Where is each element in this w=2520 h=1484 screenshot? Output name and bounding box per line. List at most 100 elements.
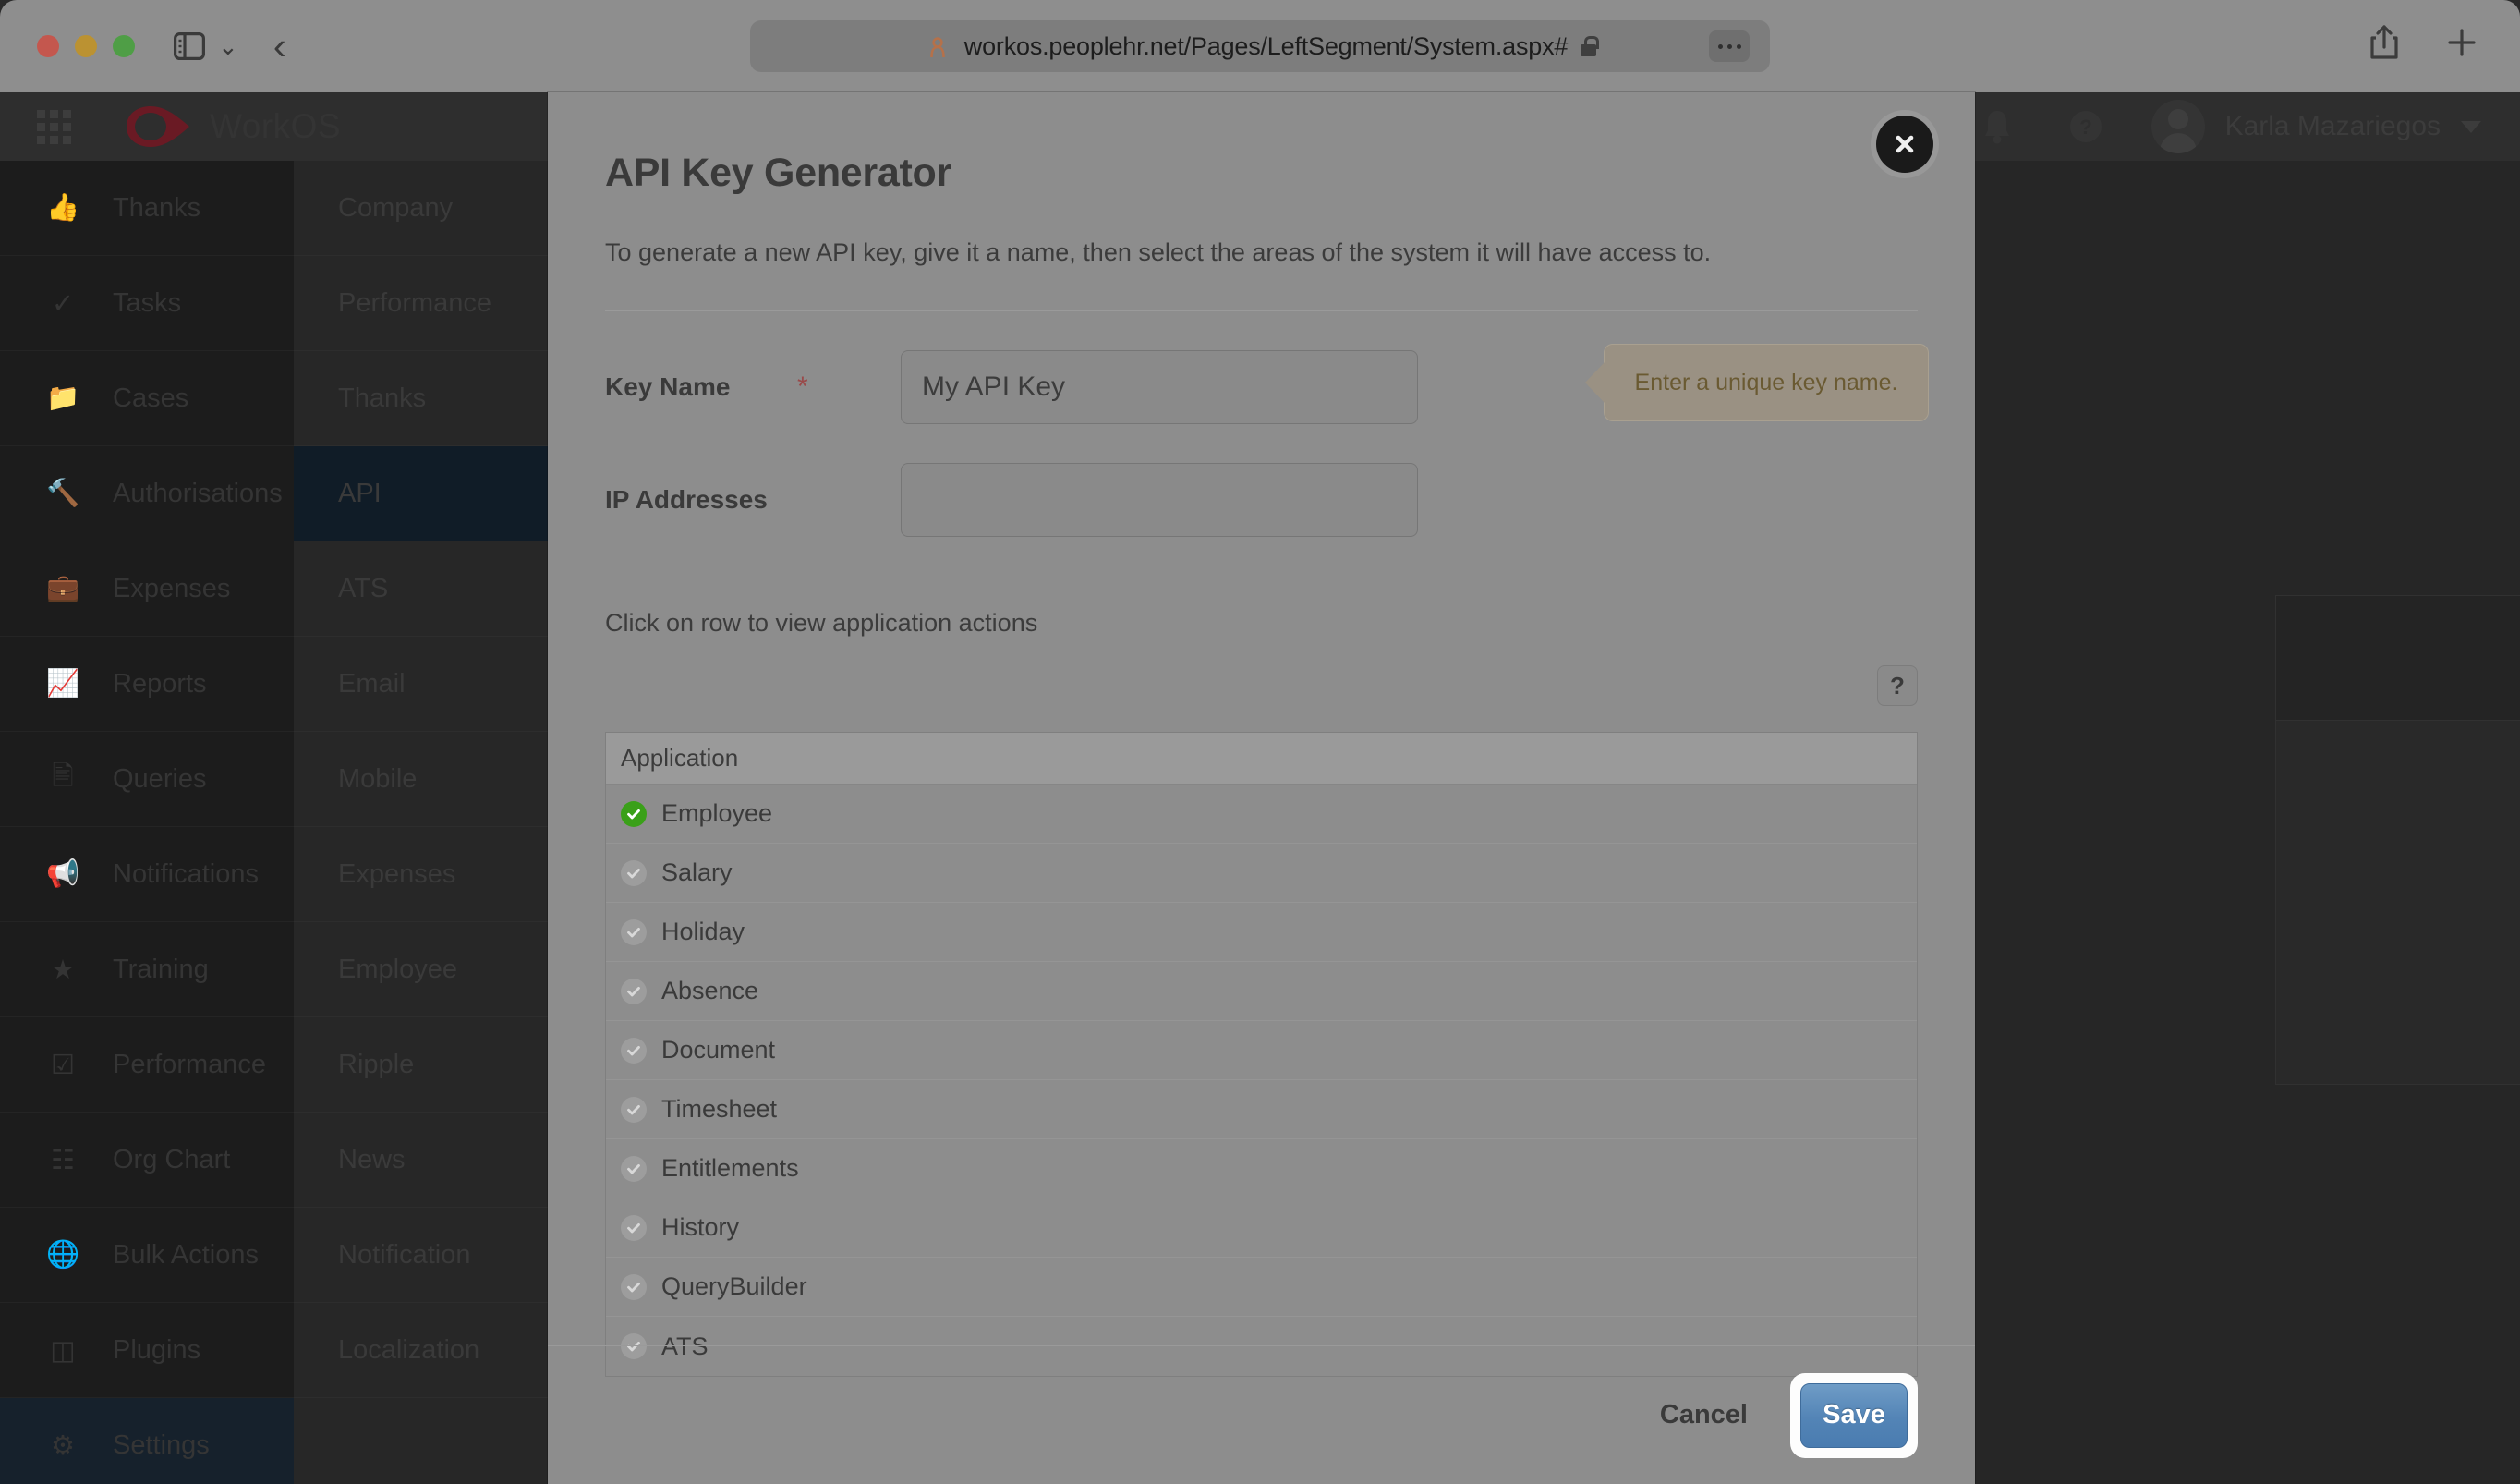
subnav-item-notification[interactable]: Notification	[294, 1208, 548, 1303]
subnav-item-label: Thanks	[338, 383, 426, 414]
table-cell-label: Document	[661, 1036, 775, 1064]
subnav-item-employee[interactable]: Employee	[294, 922, 548, 1017]
check-icon[interactable]	[621, 1274, 647, 1300]
table-row[interactable]: Timesheet	[606, 1080, 1917, 1139]
browser-actions	[2369, 24, 2478, 61]
table-cell-label: Absence	[661, 977, 758, 1005]
table-row[interactable]: History	[606, 1198, 1917, 1258]
close-icon[interactable]	[1876, 116, 1933, 173]
table-row[interactable]: Employee	[606, 785, 1917, 844]
check-icon[interactable]	[621, 1038, 647, 1064]
subnav-item-expenses[interactable]: Expenses	[294, 827, 548, 922]
check-icon[interactable]	[621, 919, 647, 945]
chevron-down-icon[interactable]: ⌄	[218, 34, 238, 58]
subnav-item-company[interactable]: Company	[294, 161, 548, 256]
table-cell-label: QueryBuilder	[661, 1272, 807, 1301]
subnav-item-ats[interactable]: ATS	[294, 541, 548, 637]
table-cell-label: Employee	[661, 799, 772, 828]
help-circle-icon[interactable]: ?	[2063, 106, 2109, 147]
window-traffic-lights[interactable]	[37, 35, 135, 57]
sidebar-item-expenses[interactable]: 💼Expenses	[0, 541, 294, 637]
table-column-header: Application	[606, 733, 1917, 785]
sidebar-item-label: Cases	[113, 383, 188, 414]
table-cell-label: History	[661, 1213, 739, 1242]
sidebar-item-settings[interactable]: ⚙Settings	[0, 1398, 294, 1484]
subnav-item-label: Employee	[338, 955, 457, 985]
sidebar-item-thanks[interactable]: 👍 Thanks	[0, 161, 294, 256]
sidebar-item-cases[interactable]: 📁Cases	[0, 351, 294, 446]
app-grid-icon[interactable]	[37, 110, 71, 144]
subnav-item-ripple[interactable]: Ripple	[294, 1017, 548, 1113]
check-icon[interactable]	[621, 979, 647, 1004]
dll-icon: ◫	[39, 1329, 87, 1371]
subnav-item-label: Mobile	[338, 764, 417, 795]
more-options-icon[interactable]	[1709, 30, 1750, 62]
check-icon[interactable]	[621, 1097, 647, 1123]
subnav-item-news[interactable]: News	[294, 1113, 548, 1208]
subnav-item-localization[interactable]: Localization	[294, 1303, 548, 1398]
save-button[interactable]: Save	[1800, 1383, 1908, 1448]
subnav-item-api[interactable]: API	[294, 446, 548, 541]
subnav-item-email[interactable]: Email	[294, 637, 548, 732]
settings-subnav: Company Performance Thanks API ATS Email…	[294, 161, 548, 1484]
screen: ⌄ ‹ workos.peoplehr.net/Pages/LeftSegmen…	[0, 0, 2520, 1484]
primary-sidebar: 👍 Thanks ✓Tasks 📁Cases 🔨Authorisations 💼E…	[0, 161, 294, 1484]
ip-addresses-input[interactable]	[901, 463, 1418, 537]
subnav-item-label: Notification	[338, 1240, 470, 1271]
ip-addresses-label: IP Addresses	[605, 485, 797, 515]
table-row[interactable]: Absence	[606, 962, 1917, 1021]
key-name-input[interactable]	[901, 350, 1418, 424]
zoom-window-button[interactable]	[113, 35, 135, 57]
table-cell-label: Entitlements	[661, 1154, 799, 1183]
sidebar-item-reports[interactable]: 📈Reports	[0, 637, 294, 732]
table-row[interactable]: Entitlements	[606, 1139, 1917, 1198]
sidebar-item-training[interactable]: ★Training	[0, 922, 294, 1017]
thumbs-up-icon: 👍	[39, 187, 87, 229]
sidebar-item-org-chart[interactable]: ☷Org Chart	[0, 1113, 294, 1208]
check-icon[interactable]	[621, 1156, 647, 1182]
help-icon[interactable]: ?	[1877, 665, 1918, 706]
cancel-button[interactable]: Cancel	[1643, 1391, 1764, 1440]
back-chevron-icon[interactable]: ‹	[273, 27, 286, 66]
address-bar[interactable]: workos.peoplehr.net/Pages/LeftSegment/Sy…	[750, 20, 1770, 72]
sidebar-item-label: Org Chart	[113, 1145, 230, 1175]
subnav-item-label: Company	[338, 193, 453, 224]
sidebar-item-authorisations[interactable]: 🔨Authorisations	[0, 446, 294, 541]
ip-addresses-row: IP Addresses	[605, 463, 1918, 537]
sidebar-item-notifications[interactable]: 📢Notifications	[0, 827, 294, 922]
close-window-button[interactable]	[37, 35, 59, 57]
subnav-item-label: Expenses	[338, 859, 455, 890]
avatar-icon	[2151, 100, 2205, 153]
subnav-item-thanks[interactable]: Thanks	[294, 351, 548, 446]
minimize-window-button[interactable]	[75, 35, 97, 57]
sidebar-item-plugins[interactable]: ◫Plugins	[0, 1303, 294, 1398]
check-icon[interactable]	[621, 860, 647, 886]
site-favicon-icon	[924, 32, 951, 60]
subnav-item-mobile[interactable]: Mobile	[294, 732, 548, 827]
sidebar-item-tasks[interactable]: ✓Tasks	[0, 256, 294, 351]
plus-icon[interactable]	[2446, 27, 2478, 58]
table-row[interactable]: Holiday	[606, 903, 1917, 962]
table-row[interactable]: Document	[606, 1021, 1917, 1080]
sidebar-item-bulk-actions[interactable]: 🌐Bulk Actions	[0, 1208, 294, 1303]
table-row[interactable]: Salary	[606, 844, 1917, 903]
sidebar-item-label: Settings	[113, 1430, 210, 1461]
page-title: API Key Generator	[605, 92, 1918, 196]
sidebar-item-performance[interactable]: ☑Performance	[0, 1017, 294, 1113]
user-menu[interactable]: Karla Mazariegos	[2151, 100, 2481, 153]
share-icon[interactable]	[2369, 24, 2400, 61]
check-icon: ✓	[39, 282, 87, 324]
workos-logo-icon	[123, 103, 193, 151]
sidebar-toggle-icon[interactable]	[174, 32, 205, 60]
bell-icon[interactable]	[1974, 106, 2020, 147]
check-icon[interactable]	[621, 801, 647, 827]
sidebar-item-label: Thanks	[113, 193, 200, 224]
sidebar-item-queries[interactable]: 🖹Queries	[0, 732, 294, 827]
dialog-body: API Key Generator To generate a new API …	[548, 92, 1975, 1377]
dialog-description: To generate a new API key, give it a nam…	[605, 238, 1918, 267]
table-row[interactable]: QueryBuilder	[606, 1258, 1917, 1317]
subnav-item-performance[interactable]: Performance	[294, 256, 548, 351]
subnav-item-label: News	[338, 1145, 406, 1175]
check-icon[interactable]	[621, 1215, 647, 1241]
sidebar-item-label: Bulk Actions	[113, 1240, 259, 1271]
